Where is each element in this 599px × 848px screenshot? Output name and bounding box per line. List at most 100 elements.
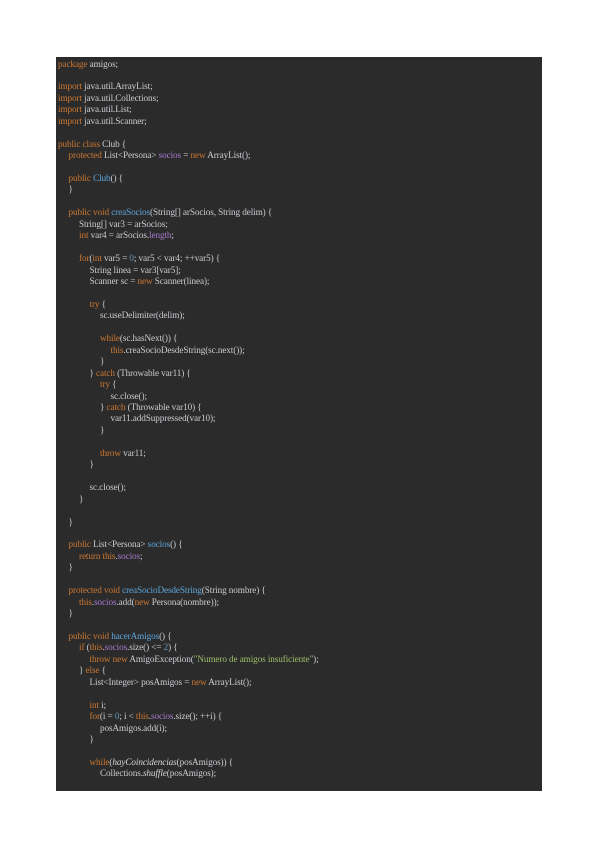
- code-line: this.socios.add(new Persona(nombre));: [56, 596, 219, 608]
- code-token: ArrayList();: [205, 150, 251, 161]
- code-line: int i;: [56, 699, 107, 711]
- code-line: import java.util.Scanner;: [56, 115, 147, 127]
- code-line: throw var11;: [56, 447, 146, 459]
- code-token: this: [79, 596, 92, 607]
- code-line: String linea = var3[var5];: [56, 264, 181, 276]
- code-token: new: [191, 676, 207, 687]
- code-line: var11.addSuppressed(var10);: [56, 412, 216, 424]
- code-token: (posAmigos);: [166, 768, 217, 779]
- code-line: }: [56, 458, 94, 470]
- code-token: Club {: [99, 138, 127, 149]
- code-token: ) {: [168, 642, 178, 653]
- code-line: }: [56, 733, 94, 745]
- code-line: }: [56, 424, 104, 436]
- code-token: }: [68, 562, 73, 573]
- code-line: }: [56, 183, 73, 195]
- code-token: i;: [98, 699, 107, 710]
- code-token: java.util.Scanner;: [81, 115, 147, 126]
- code-token: while: [89, 756, 110, 767]
- code-token: package: [58, 58, 88, 69]
- code-token: import: [58, 115, 82, 126]
- code-token: creaSocios: [111, 207, 150, 218]
- code-line: while(sc.hasNext()) {: [56, 332, 177, 344]
- code-token: new: [190, 150, 206, 161]
- code-line: public List<Persona> socios() {: [56, 538, 183, 550]
- code-token: public: [68, 173, 91, 183]
- code-line: throw new AmigoException("Numero de amig…: [56, 653, 319, 665]
- code-token: (posAmigos)) {: [176, 756, 233, 767]
- code-token: socios: [104, 642, 128, 653]
- code-line: return this.socios;: [56, 550, 143, 562]
- code-token: amigos;: [87, 58, 119, 69]
- code-token: () {: [110, 173, 124, 183]
- code-token: Club: [93, 173, 111, 183]
- code-token: (i =: [99, 711, 115, 722]
- code-token: for: [89, 711, 101, 722]
- code-line: package amigos;: [56, 58, 118, 70]
- code-token: {: [109, 379, 117, 390]
- code-token: try: [89, 298, 100, 309]
- code-token: }: [89, 734, 94, 745]
- code-token: sc.useDelimiter(delim);: [100, 310, 185, 321]
- code-token: import: [58, 104, 82, 115]
- code-token: java.util.List;: [81, 104, 132, 115]
- code-line: while(hayCoincidencias(posAmigos)) {: [56, 756, 234, 768]
- code-token: java.util.ArrayList;: [81, 81, 153, 92]
- code-line: int var4 = arSocios.length;: [56, 229, 174, 241]
- code-token: .size() <=: [127, 642, 164, 653]
- code-token: (Throwable var11) {: [114, 367, 191, 378]
- code-token: ;: [140, 550, 143, 561]
- code-line: import java.util.List;: [56, 103, 132, 115]
- code-token: int: [79, 230, 89, 241]
- code-line: if (this.socios.size() <= 2) {: [56, 641, 178, 653]
- code-token: .creaSocioDesdeString(sc.next());: [123, 344, 245, 355]
- code-token: socios: [117, 550, 140, 561]
- code-token: protected void: [68, 585, 121, 596]
- code-line: try {: [56, 378, 117, 390]
- code-line: import java.util.Collections;: [56, 92, 159, 104]
- code-token: .size(); ++i) {: [173, 711, 223, 722]
- code-token: socios: [150, 711, 174, 722]
- code-token: shuffle: [142, 768, 167, 779]
- code-line: } catch (Throwable var11) {: [56, 367, 191, 379]
- code-token: var5 =: [101, 253, 130, 264]
- code-line: protected void creaSocioDesdeString(Stri…: [56, 584, 266, 596]
- code-token: String linea = var3[var5];: [89, 264, 181, 275]
- code-token: var4 = arSocios.: [88, 230, 150, 241]
- code-token: }: [68, 516, 73, 527]
- code-token: int: [89, 699, 100, 710]
- code-token: ; i <: [119, 711, 136, 722]
- code-line: List<Integer> posAmigos = new ArrayList(…: [56, 676, 252, 688]
- code-token: ; var5 < var4; ++var5) {: [133, 253, 221, 264]
- code-token: (Throwable var10) {: [125, 402, 202, 412]
- code-line: }: [56, 493, 83, 505]
- code-line: import java.util.ArrayList;: [56, 80, 153, 92]
- code-line: String[] var3 = arSocios;: [56, 218, 168, 230]
- code-token: }: [100, 356, 105, 367]
- code-token: AmigoException(: [127, 653, 194, 664]
- code-token: import: [58, 92, 82, 103]
- code-line: sc.close();: [56, 390, 148, 402]
- code-token: }: [68, 608, 73, 619]
- code-token: sc.close();: [89, 482, 127, 493]
- code-line: public void hacerAmigos() {: [56, 630, 172, 642]
- code-line: sc.useDelimiter(delim);: [56, 309, 185, 321]
- code-line: for(i = 0; i < this.socios.size(); ++i) …: [56, 710, 223, 722]
- code-token: (String nombre) {: [201, 585, 266, 596]
- code-token: Persona(nombre));: [149, 596, 219, 607]
- code-token: protected: [68, 150, 102, 161]
- code-line: }: [56, 355, 104, 367]
- code-token: catch: [96, 367, 115, 378]
- code-token: hacerAmigos: [111, 631, 160, 641]
- code-line: }: [56, 607, 73, 619]
